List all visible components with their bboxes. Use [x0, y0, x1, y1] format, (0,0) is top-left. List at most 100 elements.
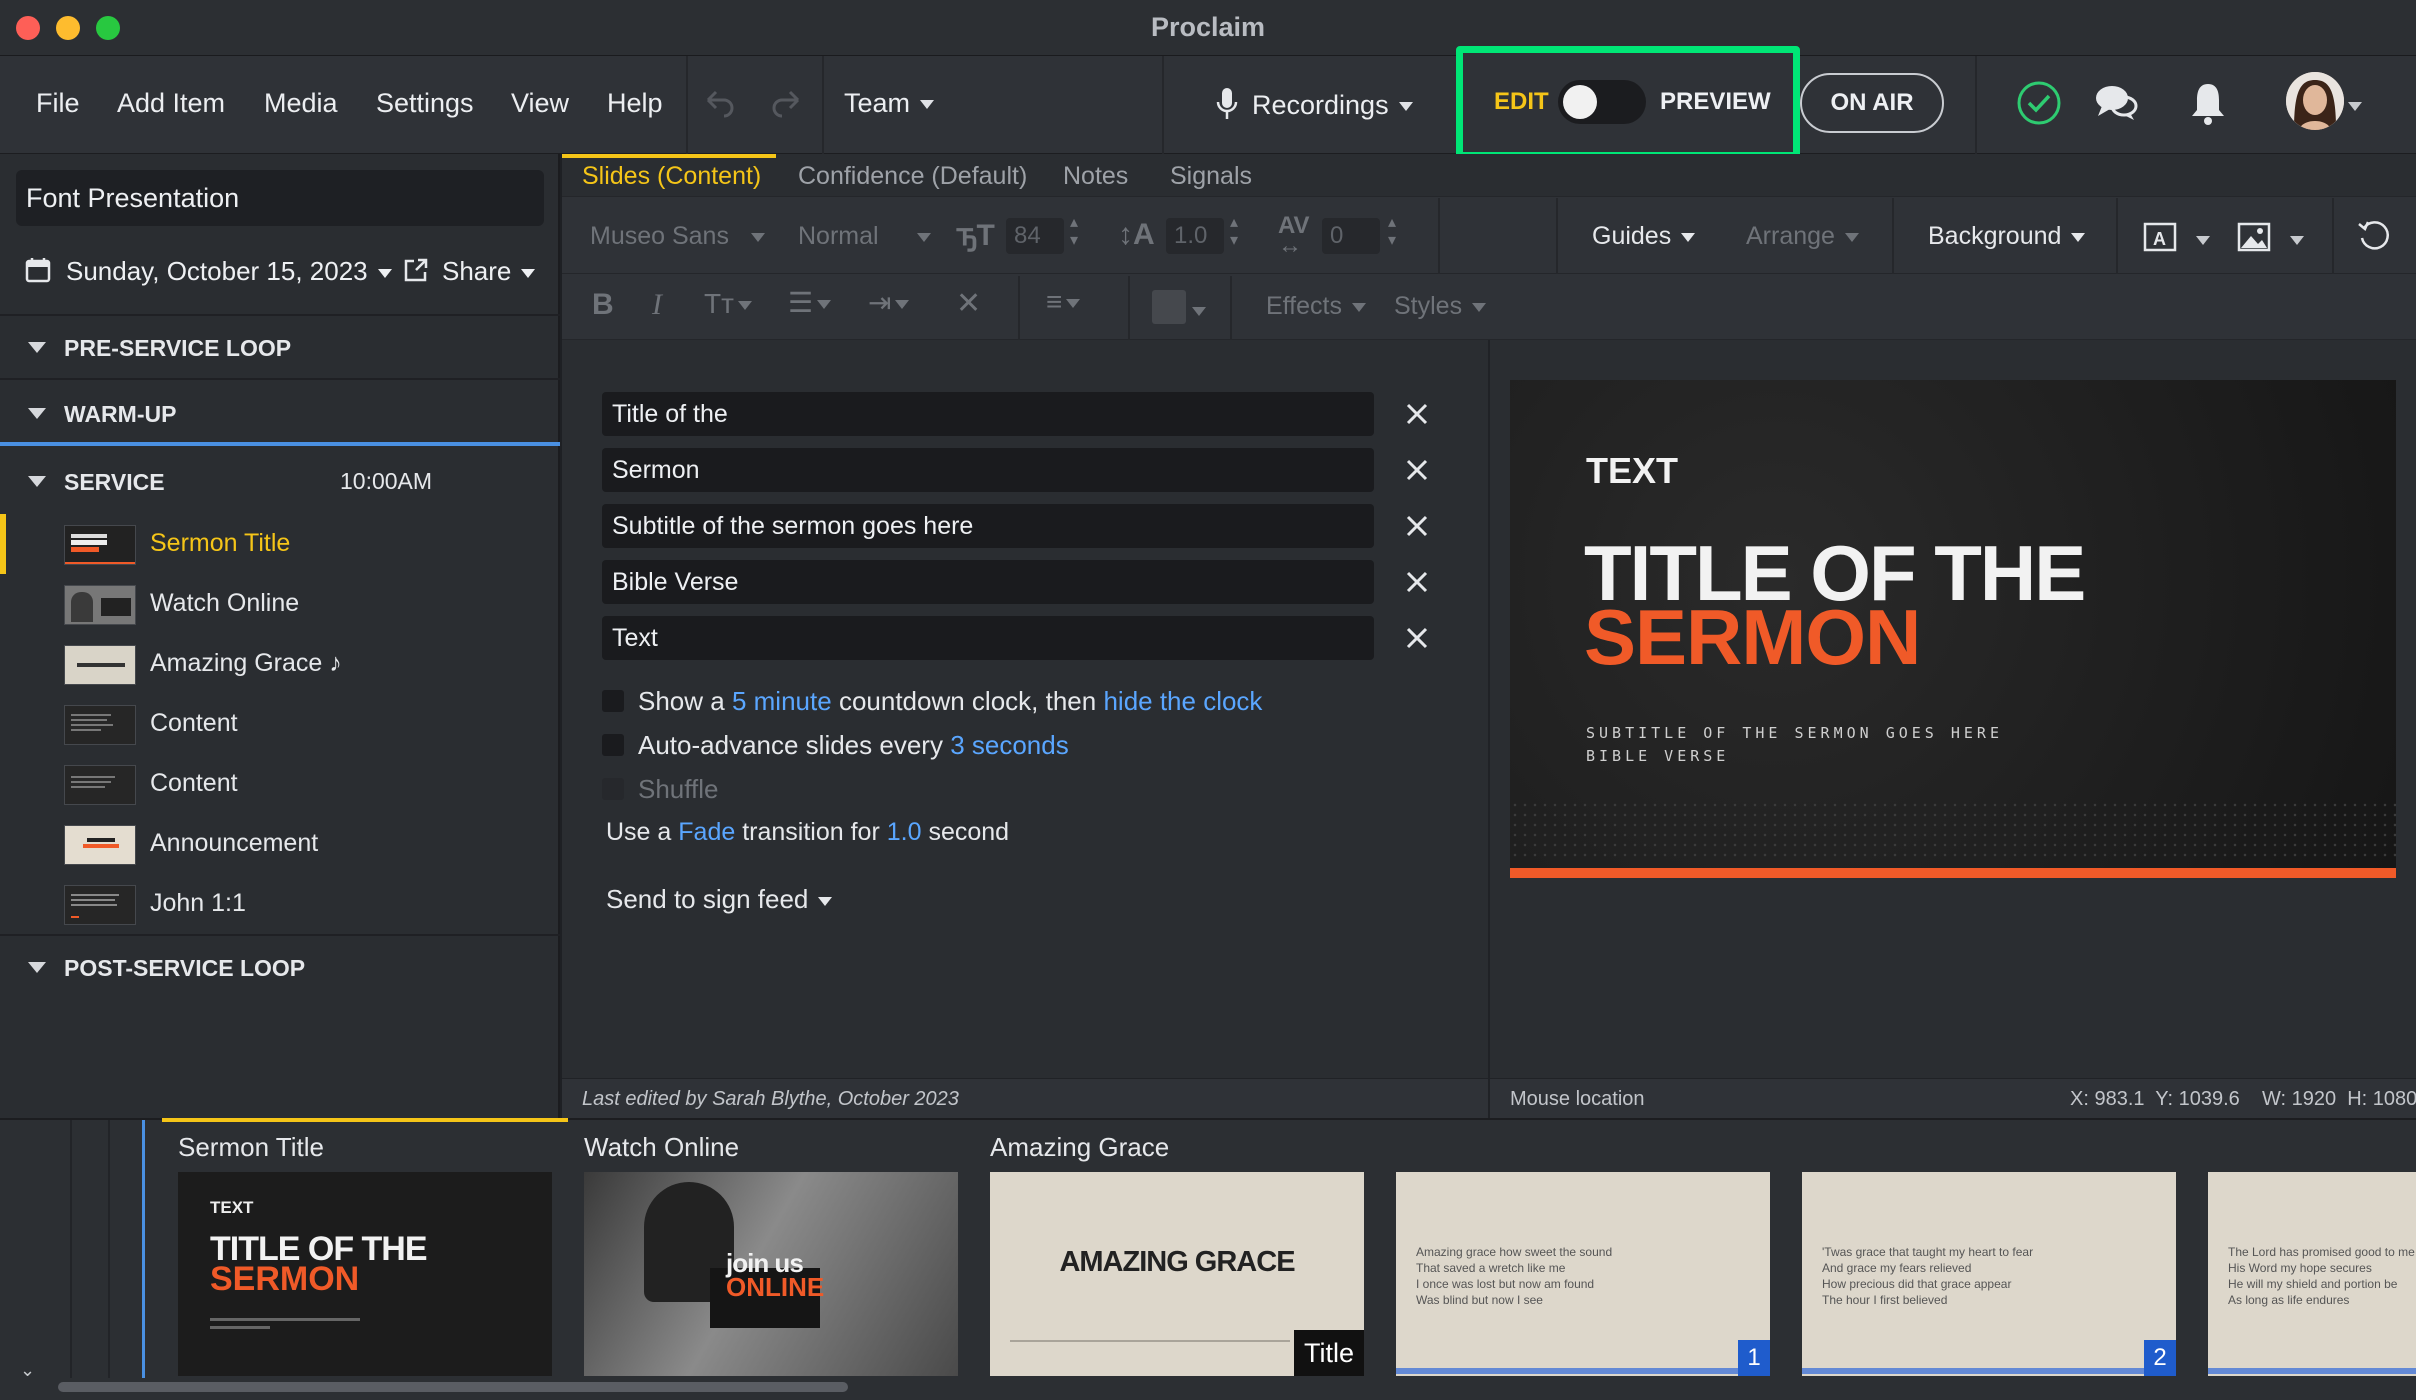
- strip-slide-thumbnail[interactable]: AMAZING GRACE Title: [990, 1172, 1364, 1376]
- guides-label: Guides: [1592, 222, 1672, 250]
- section-pre-service-loop[interactable]: PRE-SERVICE LOOP: [0, 316, 560, 380]
- font-size-stepper[interactable]: ▴ ▾: [1070, 214, 1078, 250]
- slide-text-field[interactable]: Subtitle of the sermon goes here: [602, 504, 1374, 548]
- tab-signals[interactable]: Signals: [1170, 162, 1252, 191]
- effects-dropdown[interactable]: Effects: [1266, 292, 1366, 321]
- countdown-duration-link[interactable]: 5 minute: [732, 686, 832, 716]
- team-dropdown[interactable]: Team: [844, 88, 935, 119]
- remove-field-icon[interactable]: [1400, 453, 1434, 487]
- section-warm-up[interactable]: WARM-UP: [0, 382, 560, 446]
- list-item[interactable]: Sermon Title: [0, 514, 560, 574]
- list-item[interactable]: Announcement: [0, 814, 560, 874]
- list-item[interactable]: Content: [0, 754, 560, 814]
- color-swatch[interactable]: [1152, 290, 1186, 324]
- font-weight-dropdown[interactable]: Normal: [798, 222, 931, 251]
- letter-spacing-input[interactable]: 0: [1322, 218, 1380, 254]
- edit-mode-label[interactable]: EDIT: [1494, 88, 1549, 116]
- styles-dropdown[interactable]: Styles: [1394, 292, 1487, 321]
- image-caret[interactable]: [2290, 232, 2304, 250]
- list-item[interactable]: John 1:1: [0, 874, 560, 934]
- thumb-credits: [1010, 1340, 1290, 1342]
- tab-slides-content[interactable]: Slides (Content): [582, 162, 761, 191]
- slide-text-field[interactable]: Bible Verse: [602, 560, 1374, 604]
- text-box-icon[interactable]: A: [2142, 220, 2178, 254]
- presentation-name-field[interactable]: Font Presentation: [16, 170, 544, 226]
- undo-icon[interactable]: [700, 86, 736, 120]
- list-icon[interactable]: ☰: [788, 286, 832, 319]
- list-item[interactable]: Amazing Grace ♪: [0, 634, 560, 694]
- strip-slide-thumbnail[interactable]: TEXT TITLE OF THE SERMON: [178, 1172, 552, 1376]
- strip-item-label: Sermon Title: [178, 1132, 324, 1162]
- strip-slide-thumbnail[interactable]: 'Twas grace that taught my heart to fear…: [1802, 1172, 2176, 1376]
- remove-field-icon[interactable]: [1400, 621, 1434, 655]
- remove-field-icon[interactable]: [1400, 565, 1434, 599]
- strip-collapse-icon[interactable]: ⌄: [20, 1360, 35, 1381]
- service-date-label: Sunday, October 15, 2023: [66, 256, 368, 286]
- color-caret[interactable]: [1188, 296, 1206, 325]
- list-item[interactable]: Content: [0, 694, 560, 754]
- font-size-input[interactable]: 84: [1006, 218, 1064, 254]
- sync-status-icon[interactable]: [2016, 80, 2062, 126]
- clock-action-link[interactable]: hide the clock: [1103, 686, 1262, 716]
- strip-slide-thumbnail[interactable]: Amazing grace how sweet the sound That s…: [1396, 1172, 1770, 1376]
- menu-settings[interactable]: Settings: [376, 88, 474, 119]
- horizontal-scrollbar[interactable]: [58, 1382, 848, 1392]
- redo-icon[interactable]: [770, 86, 806, 120]
- tab-notes[interactable]: Notes: [1063, 162, 1128, 191]
- menu-view[interactable]: View: [511, 88, 569, 119]
- arrange-dropdown[interactable]: Arrange: [1746, 222, 1859, 251]
- menu-add-item[interactable]: Add Item: [117, 88, 225, 119]
- transition-type-link[interactable]: Fade: [678, 818, 735, 846]
- service-date-dropdown[interactable]: Sunday, October 15, 2023: [66, 256, 392, 287]
- slide-preview[interactable]: TEXT TITLE OF THE SERMON SUBTITLE OF THE…: [1510, 380, 2396, 878]
- remove-field-icon[interactable]: [1400, 397, 1434, 431]
- avatar[interactable]: [2286, 72, 2344, 130]
- font-family-dropdown[interactable]: Museo Sans: [590, 222, 765, 251]
- slide-text-field[interactable]: Sermon: [602, 448, 1374, 492]
- item-thumbnail: [64, 765, 136, 805]
- reset-icon[interactable]: [2356, 218, 2392, 254]
- auto-advance-checkbox[interactable]: [602, 734, 624, 756]
- sign-feed-dropdown[interactable]: Send to sign feed: [606, 884, 833, 915]
- text-case-icon[interactable]: Tт: [704, 288, 752, 320]
- preview-mode-label[interactable]: PREVIEW: [1660, 88, 1771, 116]
- notifications-bell-icon[interactable]: [2190, 80, 2226, 126]
- on-air-button[interactable]: ON AIR: [1800, 73, 1944, 133]
- item-label: Amazing Grace ♪: [150, 649, 342, 677]
- section-post-service-loop[interactable]: POST-SERVICE LOOP: [0, 936, 560, 1000]
- tab-confidence[interactable]: Confidence (Default): [798, 162, 1027, 191]
- slide-text-field[interactable]: Text: [602, 616, 1374, 660]
- clear-format-icon[interactable]: ✕: [956, 286, 981, 321]
- line-height-stepper[interactable]: ▴ ▾: [1230, 214, 1238, 250]
- chat-icon[interactable]: [2094, 82, 2138, 124]
- text-box-caret[interactable]: [2196, 232, 2210, 250]
- line-height-input[interactable]: 1.0: [1166, 218, 1224, 254]
- align-icon[interactable]: ≡: [1046, 286, 1081, 318]
- auto-advance-interval-link[interactable]: 3 seconds: [950, 730, 1069, 760]
- slide-bible-verse: BIBLE VERSE: [1586, 747, 1730, 765]
- collapse-triangle-icon: [28, 476, 46, 487]
- transition-duration-link[interactable]: 1.0: [887, 818, 922, 846]
- indent-icon[interactable]: ⇥: [868, 286, 910, 319]
- shuffle-checkbox[interactable]: [602, 778, 624, 800]
- letter-spacing-stepper[interactable]: ▴ ▾: [1388, 214, 1396, 250]
- slide-text-field[interactable]: Title of the: [602, 392, 1374, 436]
- menu-help[interactable]: Help: [607, 88, 663, 119]
- strip-slide-thumbnail[interactable]: The Lord has promised good to me His Wor…: [2208, 1172, 2416, 1376]
- image-icon[interactable]: [2236, 220, 2272, 254]
- menu-media[interactable]: Media: [264, 88, 338, 119]
- guides-dropdown[interactable]: Guides: [1592, 222, 1696, 251]
- countdown-checkbox[interactable]: [602, 690, 624, 712]
- share-dropdown[interactable]: Share: [442, 256, 536, 287]
- strip-slide-thumbnail[interactable]: join us ONLINE: [584, 1172, 958, 1376]
- background-dropdown[interactable]: Background: [1928, 222, 2086, 251]
- recordings-dropdown[interactable]: Recordings: [1252, 90, 1413, 121]
- menu-file[interactable]: File: [36, 88, 80, 119]
- section-service[interactable]: SERVICE: [0, 450, 560, 514]
- item-label: Sermon Title: [150, 529, 291, 557]
- avatar-menu-caret[interactable]: [2348, 98, 2362, 116]
- list-item[interactable]: Watch Online: [0, 574, 560, 634]
- italic-icon[interactable]: I: [652, 288, 662, 322]
- bold-icon[interactable]: B: [592, 288, 614, 322]
- remove-field-icon[interactable]: [1400, 509, 1434, 543]
